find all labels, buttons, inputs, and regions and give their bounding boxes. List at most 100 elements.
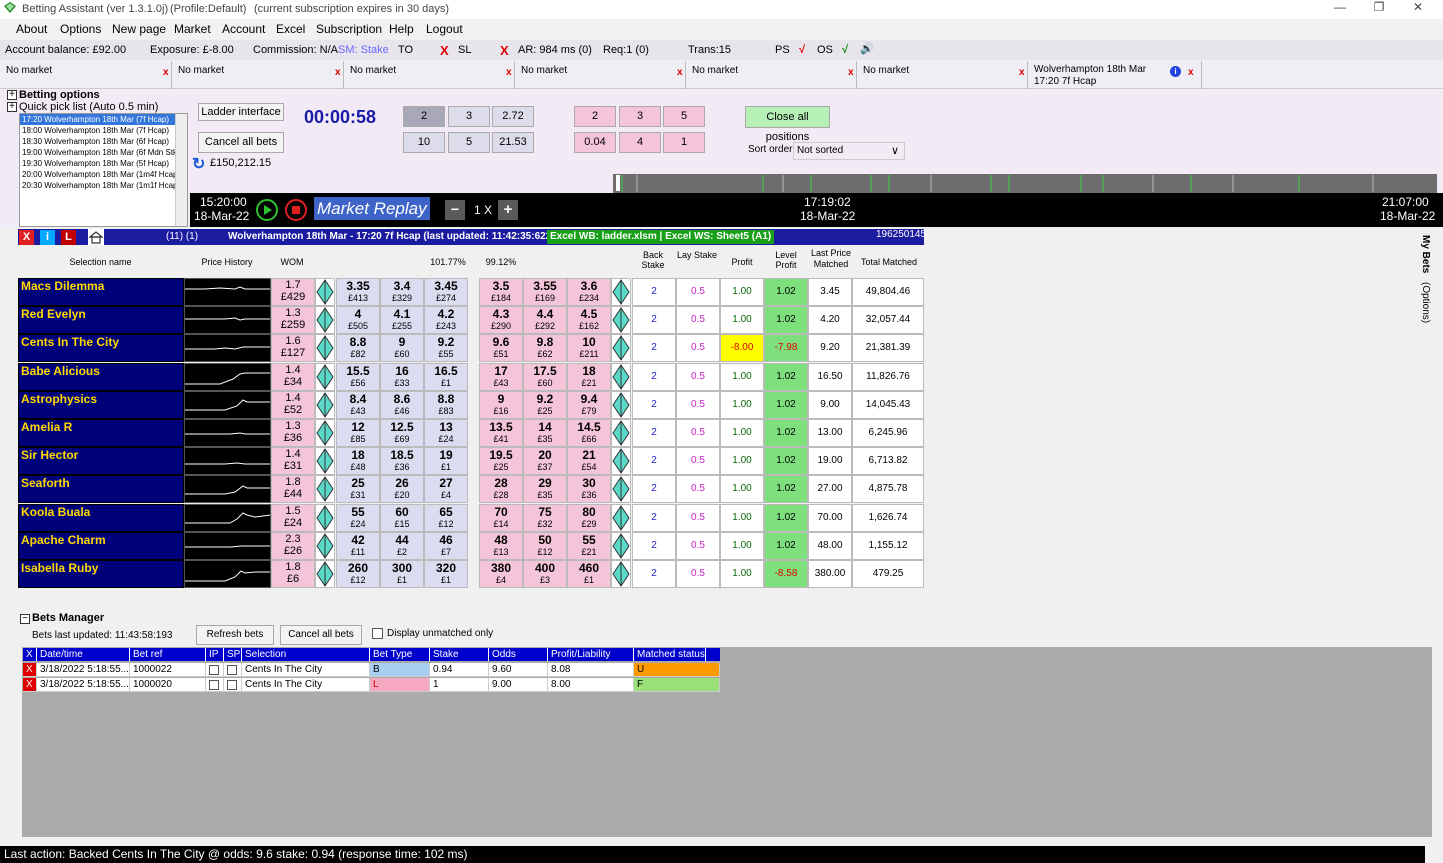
- to-toggle[interactable]: TO: [398, 44, 413, 56]
- cancel-all-bets-button[interactable]: Cancel all bets: [198, 132, 284, 153]
- runner-name[interactable]: Macs Dilemma: [18, 278, 184, 306]
- back-price-cell[interactable]: 16 £33: [380, 362, 424, 391]
- back-diamond-button[interactable]: [315, 560, 335, 588]
- lay-diamond-button[interactable]: [611, 362, 631, 391]
- back-stake-cell[interactable]: 2: [632, 306, 676, 335]
- back-price-cell[interactable]: 55 £24: [336, 503, 380, 532]
- lay-price-cell[interactable]: 30 £36: [567, 475, 611, 504]
- race-item[interactable]: 17:20 Wolverhampton 18th Mar (7f Hcap): [20, 114, 187, 125]
- back-price-cell[interactable]: 26 £20: [380, 475, 424, 504]
- lay-diamond-button[interactable]: [611, 475, 631, 504]
- refresh-bets-button[interactable]: Refresh bets: [196, 625, 274, 645]
- minimize-button[interactable]: —: [1322, 0, 1358, 16]
- close-tab-icon[interactable]: x: [335, 67, 341, 78]
- bets-col-sp[interactable]: SP: [224, 648, 242, 661]
- lay-price-cell[interactable]: 14 £35: [523, 419, 567, 447]
- quick-lay-stake[interactable]: 5: [663, 106, 705, 127]
- runner-name[interactable]: Amelia R: [18, 419, 184, 447]
- back-stake-cell[interactable]: 2: [632, 560, 676, 588]
- back-stake-cell[interactable]: 2: [632, 531, 676, 560]
- back-price-cell[interactable]: 8.8 £83: [424, 390, 468, 419]
- lay-price-cell[interactable]: 9 £16: [479, 390, 523, 419]
- quick-lay-stake[interactable]: 2: [574, 106, 616, 127]
- back-stake-cell[interactable]: 2: [632, 362, 676, 391]
- back-price-cell[interactable]: 60 £15: [380, 503, 424, 532]
- back-price-cell[interactable]: 260 £12: [336, 560, 380, 588]
- back-diamond-button[interactable]: [315, 306, 335, 335]
- back-price-cell[interactable]: 19 £1: [424, 447, 468, 476]
- home-icon[interactable]: [88, 229, 104, 245]
- lay-price-cell[interactable]: 17.5 £60: [523, 362, 567, 391]
- back-stake-cell[interactable]: 2: [632, 278, 676, 306]
- lay-price-cell[interactable]: 21 £54: [567, 447, 611, 476]
- menu-options[interactable]: Options: [60, 22, 101, 36]
- back-price-cell[interactable]: 13 £24: [424, 419, 468, 447]
- speed-up-button[interactable]: +: [498, 200, 518, 220]
- lay-stake-cell[interactable]: 0.5: [676, 447, 720, 476]
- back-diamond-button[interactable]: [315, 447, 335, 476]
- runner-name[interactable]: Seaforth: [18, 475, 184, 504]
- back-price-cell[interactable]: 16.5 £1: [424, 362, 468, 391]
- runner-name[interactable]: Cents In The City: [18, 334, 184, 363]
- menu-about[interactable]: About: [16, 22, 47, 36]
- speaker-icon[interactable]: 🔊: [860, 42, 874, 55]
- my-bets-tab[interactable]: My Bets: [1420, 235, 1431, 273]
- lay-diamond-button[interactable]: [611, 278, 631, 306]
- back-stake-cell[interactable]: 2: [632, 419, 676, 447]
- sp-checkbox[interactable]: [227, 680, 237, 690]
- lay-stake-cell[interactable]: 0.5: [676, 419, 720, 447]
- lay-price-cell[interactable]: 3.6 £234: [567, 278, 611, 306]
- bets-col-ip[interactable]: IP: [206, 648, 224, 661]
- back-diamond-button[interactable]: [315, 503, 335, 532]
- lay-price-cell[interactable]: 9.2 £25: [523, 390, 567, 419]
- lay-diamond-button[interactable]: [611, 306, 631, 335]
- runner-name[interactable]: Babe Alicious: [18, 362, 184, 391]
- close-all-positions-button[interactable]: Close all positions: [745, 106, 830, 143]
- lay-diamond-button[interactable]: [611, 390, 631, 419]
- ip-checkbox[interactable]: [209, 665, 219, 675]
- lay-price-cell[interactable]: 20 £37: [523, 447, 567, 476]
- back-price-cell[interactable]: 8.8 £82: [336, 334, 380, 363]
- runner-name[interactable]: Apache Charm: [18, 531, 184, 560]
- race-item[interactable]: 19:30 Wolverhampton 18th Mar (5f Hcap): [20, 158, 187, 169]
- lay-stake-cell[interactable]: 0.5: [676, 334, 720, 363]
- menu-help[interactable]: Help: [389, 22, 414, 36]
- lay-price-cell[interactable]: 17 £43: [479, 362, 523, 391]
- lay-stake-cell[interactable]: 0.5: [676, 362, 720, 391]
- back-price-cell[interactable]: 18 £48: [336, 447, 380, 476]
- options-tab[interactable]: (Options): [1420, 282, 1431, 323]
- market-tab-2[interactable]: No market x: [172, 61, 344, 89]
- back-diamond-button[interactable]: [315, 531, 335, 560]
- sort-order-select[interactable]: Not sorted ∨: [793, 142, 905, 160]
- quick-back-stake[interactable]: 21.53: [492, 132, 534, 153]
- stake-mode[interactable]: SM: Stake: [338, 44, 389, 56]
- quick-lay-stake[interactable]: 3: [619, 106, 661, 127]
- race-item[interactable]: 18:30 Wolverhampton 18th Mar (6f Hcap): [20, 136, 187, 147]
- ladder-info-button[interactable]: i: [40, 230, 55, 245]
- lay-price-cell[interactable]: 29 £35: [523, 475, 567, 504]
- runner-name[interactable]: Sir Hector: [18, 447, 184, 476]
- race-list-scrollbar[interactable]: [175, 114, 187, 226]
- replay-timeline[interactable]: [613, 174, 1437, 193]
- lay-price-cell[interactable]: 4.4 £292: [523, 306, 567, 335]
- back-stake-cell[interactable]: 2: [632, 475, 676, 504]
- close-tab-icon[interactable]: x: [1019, 67, 1025, 78]
- lay-price-cell[interactable]: 9.4 £79: [567, 390, 611, 419]
- back-price-cell[interactable]: 15.5 £56: [336, 362, 380, 391]
- back-price-cell[interactable]: 3.35 £413: [336, 278, 380, 306]
- back-price-cell[interactable]: 4.1 £255: [380, 306, 424, 335]
- lay-diamond-button[interactable]: [611, 419, 631, 447]
- lay-stake-cell[interactable]: 0.5: [676, 278, 720, 306]
- quick-back-stake[interactable]: 10: [403, 132, 445, 153]
- market-tab-3[interactable]: No market x: [344, 61, 515, 89]
- back-stake-cell[interactable]: 2: [632, 447, 676, 476]
- ladder-x-button[interactable]: X: [19, 230, 34, 245]
- market-tab-1[interactable]: No market x: [0, 61, 172, 89]
- lay-stake-cell[interactable]: 0.5: [676, 306, 720, 335]
- bets-col-selection[interactable]: Selection: [242, 648, 370, 661]
- race-list[interactable]: 17:20 Wolverhampton 18th Mar (7f Hcap) 1…: [19, 113, 188, 227]
- lay-price-cell[interactable]: 380 £4: [479, 560, 523, 588]
- bets-col-status[interactable]: Matched status: [634, 648, 706, 661]
- market-tab-6[interactable]: No market x: [857, 61, 1028, 89]
- info-icon[interactable]: i: [1170, 66, 1181, 77]
